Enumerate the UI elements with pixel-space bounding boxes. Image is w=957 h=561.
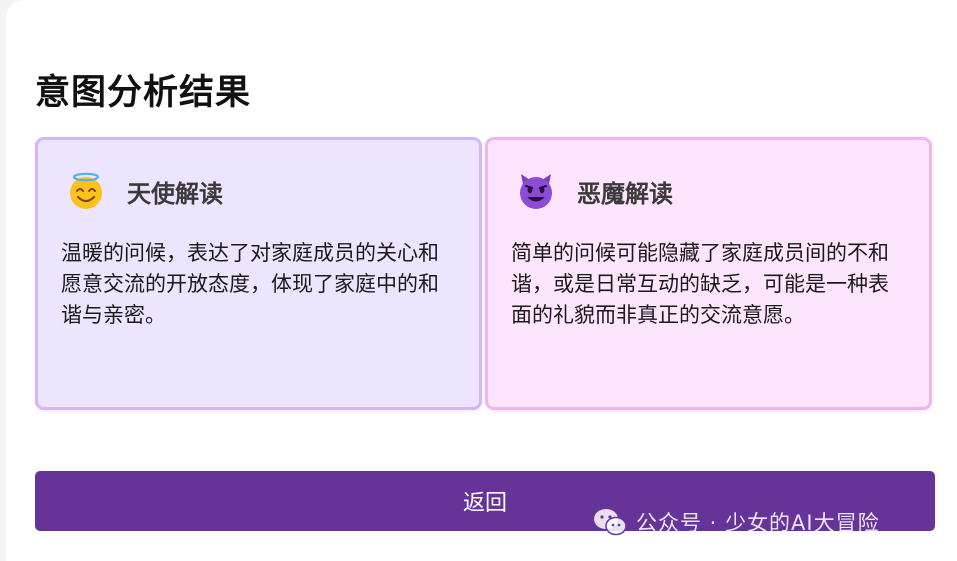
devil-card: 恶魔解读 简单的问候可能隐藏了家庭成员间的不和谐，或是日常互动的缺乏，可能是一种… (485, 137, 932, 410)
angel-card-text: 温暖的问候，表达了对家庭成员的关心和愿意交流的开放态度，体现了家庭中的和谐与亲密… (61, 241, 439, 327)
devil-card-text: 简单的问候可能隐藏了家庭成员间的不和谐，或是日常互动的缺乏，可能是一种表面的礼貌… (511, 241, 889, 327)
page-title: 意图分析结果 (35, 73, 252, 113)
watermark: 公众号 · 少女的AI大冒险 (592, 507, 880, 537)
devil-card-title: 恶魔解读 (577, 179, 673, 208)
halo-smile-emoji-icon (70, 172, 102, 209)
angel-card: 天使解读 温暖的问候，表达了对家庭成员的关心和愿意交流的开放态度，体现了家庭中的… (35, 137, 482, 410)
angel-card-header: 天使解读 (67, 172, 223, 210)
smiling-devil-emoji-icon (520, 174, 552, 209)
watermark-text: 公众号 · 少女的AI大冒险 (636, 511, 880, 535)
devil-card-header: 恶魔解读 (517, 172, 673, 210)
angel-card-title: 天使解读 (127, 179, 223, 208)
result-panel: 意图分析结果 天使解读 温暖的问候，表达了对家庭成员的关心和愿意交流的开放态度，… (6, 0, 957, 561)
interpretation-cards: 天使解读 温暖的问候，表达了对家庭成员的关心和愿意交流的开放态度，体现了家庭中的… (35, 137, 935, 410)
wechat-icon (594, 509, 627, 536)
